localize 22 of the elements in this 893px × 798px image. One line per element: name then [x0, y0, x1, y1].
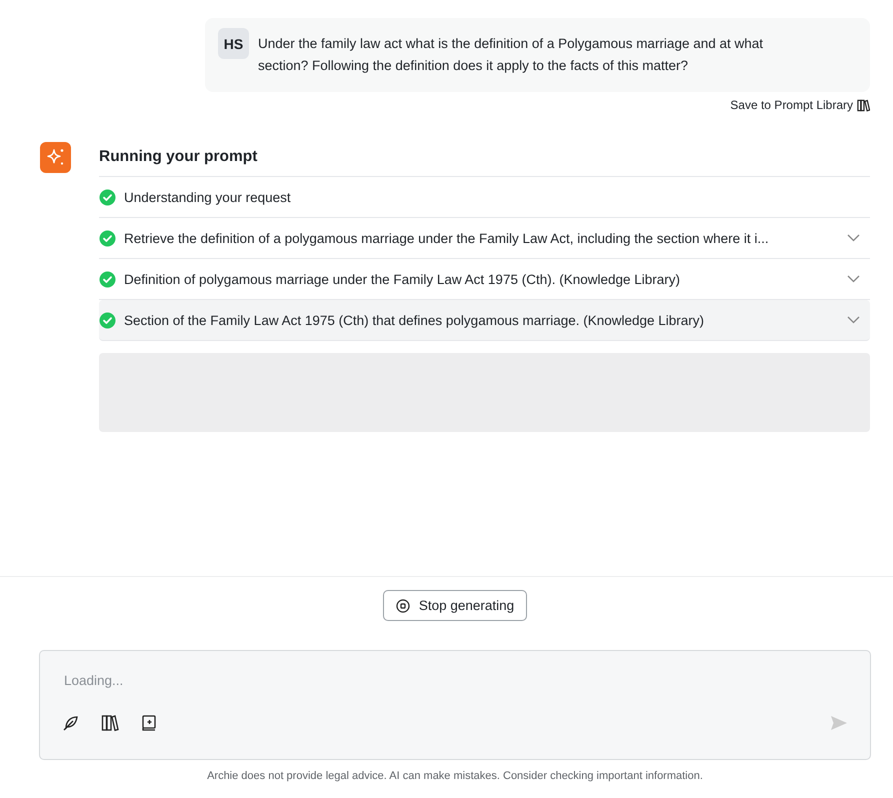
books-icon[interactable]: [101, 714, 119, 732]
chevron-down-icon[interactable]: [847, 316, 860, 324]
feather-icon[interactable]: [62, 714, 80, 732]
run-title: Running your prompt: [99, 142, 870, 177]
stop-icon: [396, 598, 410, 612]
step-text: Definition of polygamous marriage under the Family Law Act 1975 (Cth). (Knowledge Library): [124, 272, 682, 286]
books-icon: [857, 98, 870, 112]
stop-generating-button[interactable]: Stop generating: [382, 590, 528, 621]
save-to-library-link[interactable]: Save to Prompt Library: [730, 98, 870, 112]
chevron-down-icon[interactable]: [847, 234, 860, 242]
user-message-text: Under the family law act what is the definition of a Polygamous marriage and at what section? Following the definition does it apply to the facts of this matter?: [258, 35, 764, 75]
notebook-plus-icon[interactable]: [140, 714, 158, 732]
chevron-down-icon[interactable]: [847, 275, 860, 283]
prompt-input-field[interactable]: Loading...: [64, 673, 848, 688]
sparkle-logo-icon: [40, 142, 71, 173]
step-text: Understanding your request: [124, 190, 292, 204]
step-row[interactable]: Retrieve the definition of a polygamous marriage under the Family Law Act, including the section where it i...: [99, 218, 870, 259]
disclaimer-text: Archie does not provide legal advice. AI can make mistakes. Consider checking important information.: [207, 770, 703, 782]
step-text: Retrieve the definition of a polygamous marriage under the Family Law Act, including the section where it i...: [124, 230, 770, 246]
step-text: Section of the Family Law Act 1975 (Cth) that defines polygamous marriage. (Knowledge Library): [124, 312, 706, 328]
user-avatar: HS: [218, 28, 249, 59]
step-row[interactable]: Section of the Family Law Act 1975 (Cth) that defines polygamous marriage. (Knowledge Library): [99, 300, 870, 341]
